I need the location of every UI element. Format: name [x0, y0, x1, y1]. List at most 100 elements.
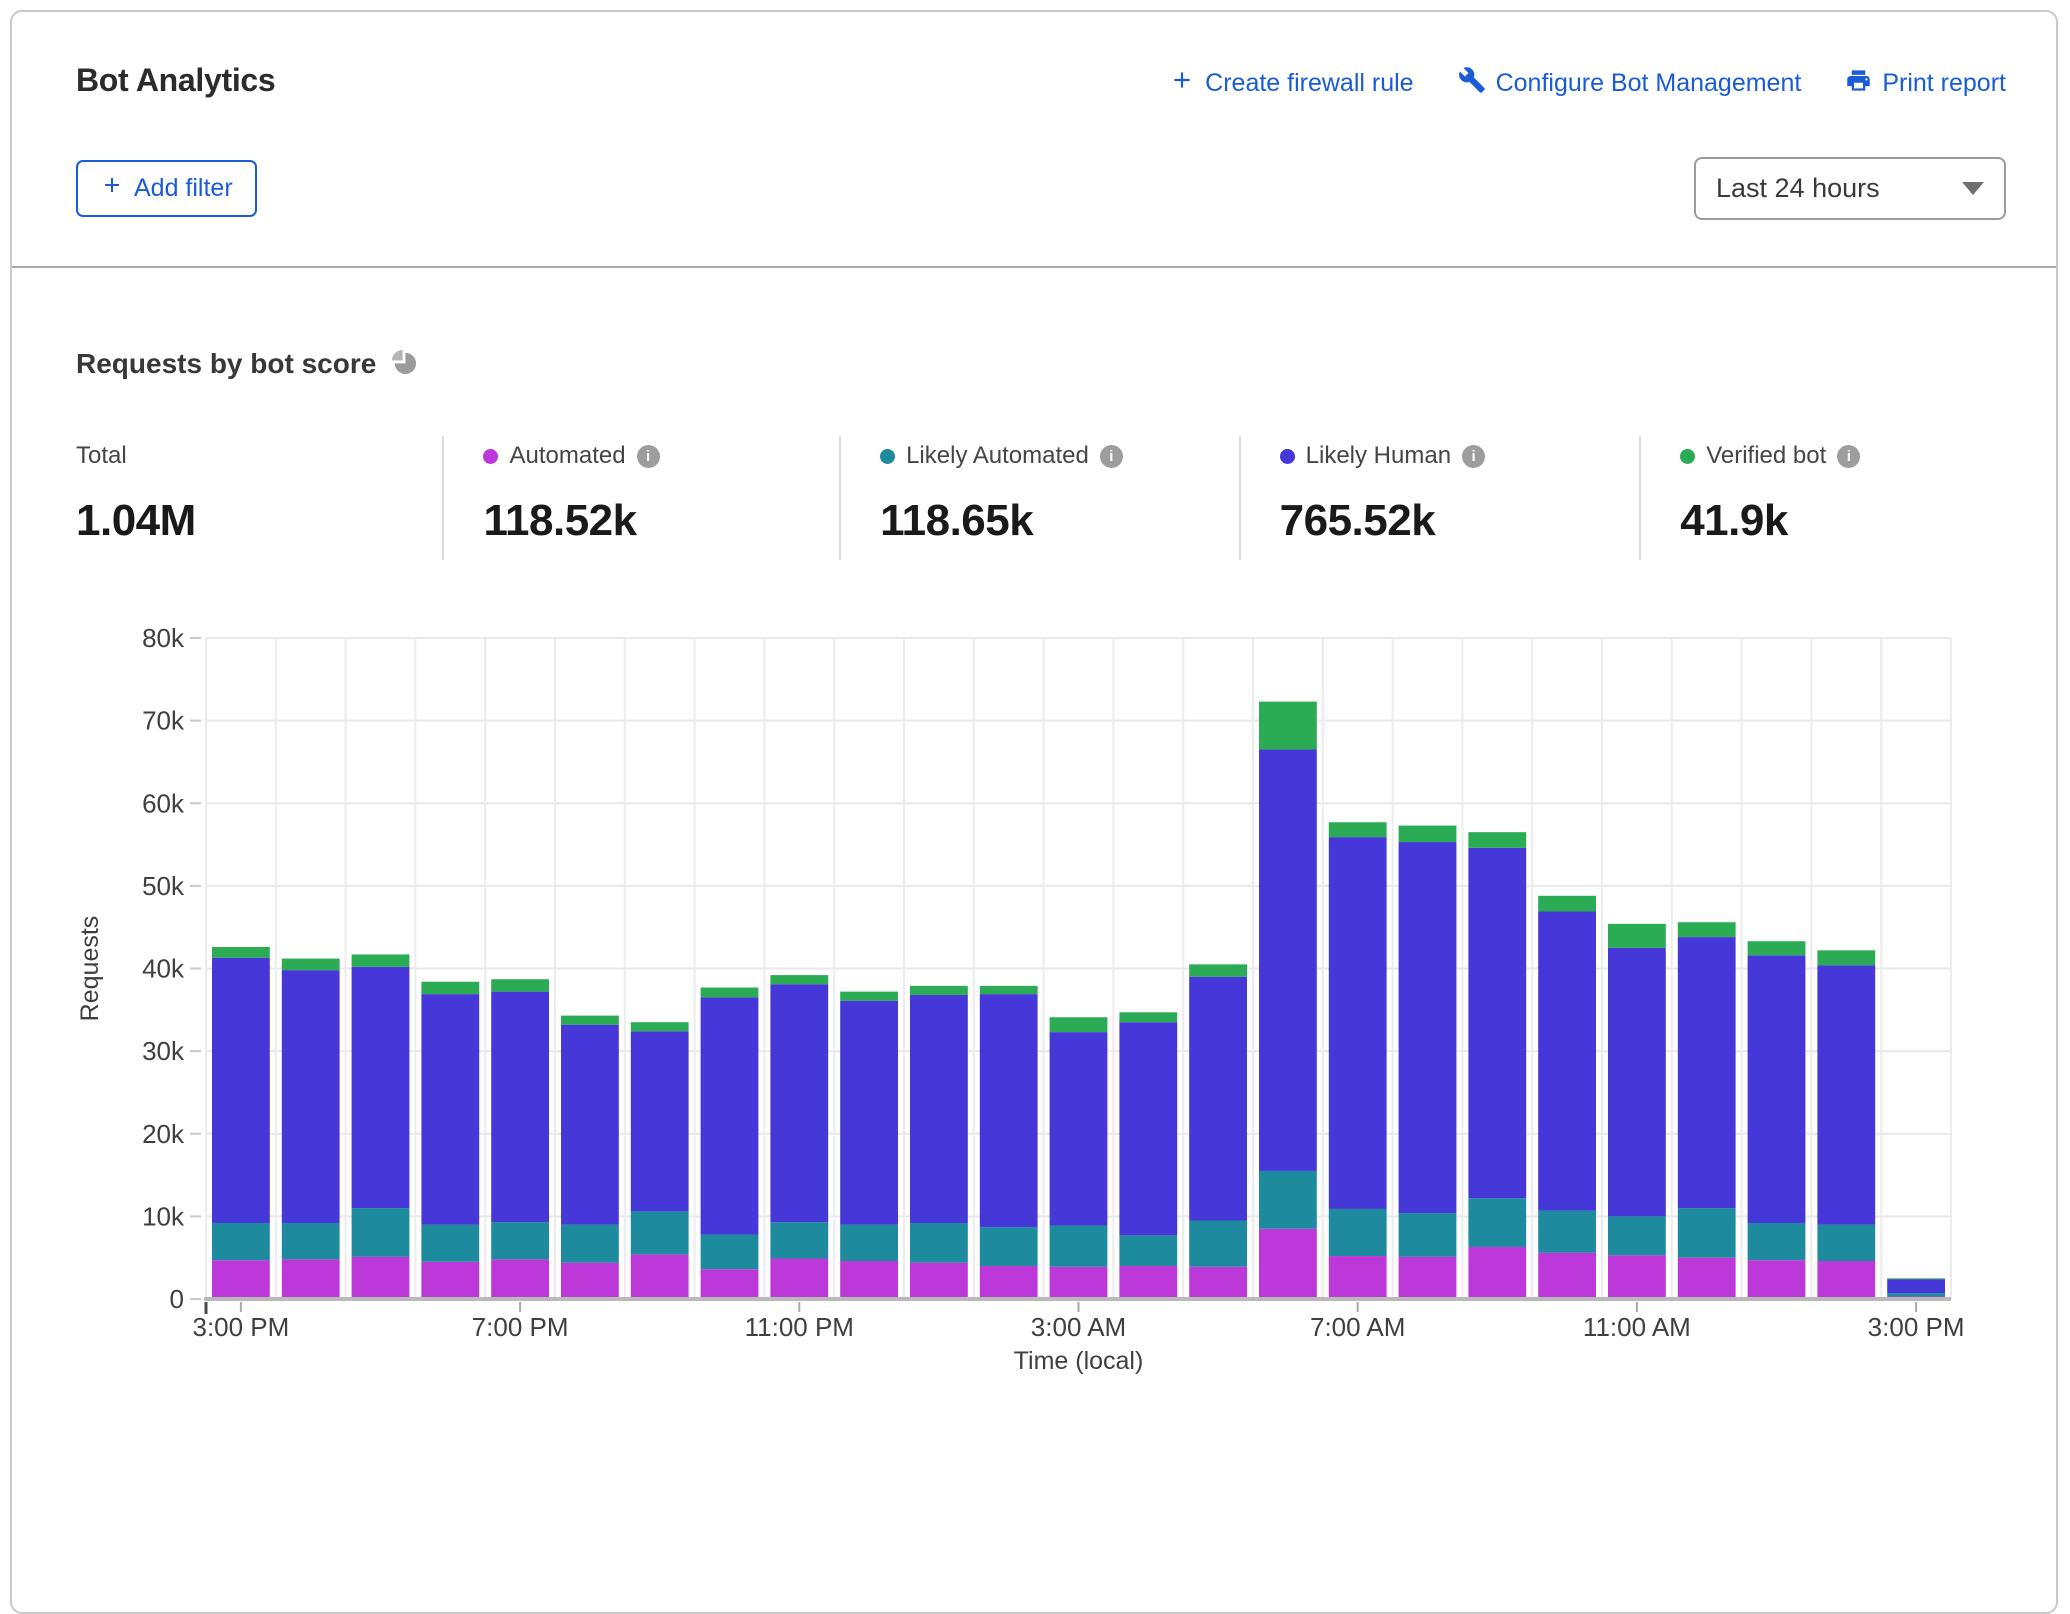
bar-segment-likely-automated[interactable]	[282, 1223, 340, 1259]
bar-stack[interactable]	[1817, 950, 1875, 1299]
info-icon[interactable]: i	[1837, 445, 1860, 468]
bar-stack[interactable]	[1329, 822, 1387, 1299]
bar-segment-automated[interactable]	[1259, 1229, 1317, 1299]
info-icon[interactable]: i	[1462, 445, 1485, 468]
bar-segment-verified-bot[interactable]	[1748, 941, 1806, 955]
bar-segment-automated[interactable]	[1538, 1253, 1596, 1299]
bar-segment-likely-human[interactable]	[561, 1025, 619, 1225]
bar-segment-verified-bot[interactable]	[980, 986, 1038, 994]
bar-stack[interactable]	[1050, 1017, 1108, 1299]
bar-segment-verified-bot[interactable]	[1329, 822, 1387, 837]
bar-segment-likely-automated[interactable]	[1119, 1235, 1177, 1266]
info-icon[interactable]: i	[1100, 445, 1123, 468]
configure-bot-management-link[interactable]: Configure Bot Management	[1458, 66, 1802, 101]
bar-segment-verified-bot[interactable]	[770, 975, 828, 984]
bar-segment-automated[interactable]	[910, 1263, 968, 1299]
bar-segment-likely-automated[interactable]	[1329, 1209, 1387, 1256]
bar-segment-verified-bot[interactable]	[910, 986, 968, 995]
bar-segment-likely-automated[interactable]	[561, 1225, 619, 1263]
bar-stack[interactable]	[352, 954, 410, 1299]
bar-segment-automated[interactable]	[1608, 1255, 1666, 1299]
bar-segment-automated[interactable]	[561, 1263, 619, 1299]
bar-segment-likely-human[interactable]	[1050, 1032, 1108, 1225]
bar-stack[interactable]	[1748, 941, 1806, 1299]
bar-segment-likely-human[interactable]	[1817, 965, 1875, 1224]
bar-segment-automated[interactable]	[1329, 1256, 1387, 1299]
bar-segment-likely-automated[interactable]	[631, 1211, 689, 1254]
bar-segment-likely-automated[interactable]	[1887, 1293, 1945, 1296]
bar-segment-likely-human[interactable]	[352, 967, 410, 1208]
bar-segment-likely-automated[interactable]	[1748, 1223, 1806, 1260]
bar-segment-automated[interactable]	[282, 1259, 340, 1299]
bar-stack[interactable]	[212, 947, 270, 1299]
bar-segment-verified-bot[interactable]	[1887, 1278, 1945, 1279]
bar-segment-likely-automated[interactable]	[1050, 1225, 1108, 1266]
bar-segment-likely-automated[interactable]	[1538, 1211, 1596, 1253]
bar-segment-verified-bot[interactable]	[701, 988, 759, 998]
bar-segment-likely-human[interactable]	[1329, 837, 1387, 1209]
bar-stack[interactable]	[770, 975, 828, 1299]
bar-segment-likely-human[interactable]	[631, 1031, 689, 1211]
bar-stack[interactable]	[1189, 964, 1247, 1299]
bar-stack[interactable]	[282, 959, 340, 1299]
bar-segment-verified-bot[interactable]	[282, 959, 340, 971]
bar-stack[interactable]	[980, 986, 1038, 1299]
bar-segment-verified-bot[interactable]	[561, 1016, 619, 1025]
bar-segment-verified-bot[interactable]	[352, 954, 410, 966]
bar-segment-likely-human[interactable]	[1259, 750, 1317, 1171]
bar-segment-verified-bot[interactable]	[1678, 922, 1736, 937]
bar-stack[interactable]	[840, 992, 898, 1299]
bar-segment-likely-human[interactable]	[1538, 911, 1596, 1210]
bar-segment-likely-automated[interactable]	[352, 1208, 410, 1257]
bar-segment-automated[interactable]	[770, 1259, 828, 1299]
add-filter-button[interactable]: Add filter	[76, 160, 257, 217]
bar-segment-automated[interactable]	[1189, 1267, 1247, 1299]
bar-segment-likely-human[interactable]	[421, 994, 479, 1225]
bar-segment-likely-automated[interactable]	[1817, 1225, 1875, 1261]
bar-segment-likely-automated[interactable]	[1678, 1208, 1736, 1258]
bar-segment-likely-human[interactable]	[282, 970, 340, 1223]
bar-segment-automated[interactable]	[840, 1261, 898, 1299]
bar-segment-verified-bot[interactable]	[1817, 950, 1875, 965]
bar-segment-likely-human[interactable]	[1678, 937, 1736, 1208]
bar-segment-verified-bot[interactable]	[1050, 1017, 1108, 1032]
bar-stack[interactable]	[1608, 924, 1666, 1299]
bar-segment-automated[interactable]	[212, 1260, 270, 1299]
bar-segment-automated[interactable]	[1678, 1258, 1736, 1299]
bar-segment-verified-bot[interactable]	[1119, 1012, 1177, 1022]
bar-segment-likely-human[interactable]	[701, 997, 759, 1234]
bar-stack[interactable]	[910, 986, 968, 1299]
bar-segment-verified-bot[interactable]	[840, 992, 898, 1001]
bar-stack[interactable]	[561, 1016, 619, 1299]
bar-stack[interactable]	[1538, 896, 1596, 1299]
bar-segment-automated[interactable]	[1748, 1260, 1806, 1299]
bar-segment-verified-bot[interactable]	[1189, 964, 1247, 976]
bar-segment-likely-human[interactable]	[491, 992, 549, 1223]
bar-segment-likely-human[interactable]	[1608, 948, 1666, 1217]
bar-segment-automated[interactable]	[491, 1259, 549, 1299]
bar-segment-likely-automated[interactable]	[1189, 1221, 1247, 1267]
bar-segment-likely-human[interactable]	[1468, 848, 1526, 1198]
bar-segment-likely-human[interactable]	[1119, 1022, 1177, 1235]
bar-segment-automated[interactable]	[1119, 1266, 1177, 1299]
bar-stack[interactable]	[421, 982, 479, 1299]
bar-segment-verified-bot[interactable]	[1538, 896, 1596, 912]
bar-stack[interactable]	[1399, 826, 1457, 1299]
bar-segment-verified-bot[interactable]	[1608, 924, 1666, 948]
bar-segment-verified-bot[interactable]	[631, 1022, 689, 1031]
bar-segment-likely-automated[interactable]	[840, 1225, 898, 1261]
bar-segment-automated[interactable]	[1399, 1257, 1457, 1299]
bar-segment-likely-automated[interactable]	[1259, 1171, 1317, 1229]
bar-segment-likely-automated[interactable]	[212, 1223, 270, 1260]
info-icon[interactable]: i	[637, 445, 660, 468]
bar-stack[interactable]	[1678, 922, 1736, 1299]
bar-segment-verified-bot[interactable]	[1399, 826, 1457, 843]
bar-segment-automated[interactable]	[631, 1254, 689, 1299]
bar-stack[interactable]	[701, 988, 759, 1299]
bar-segment-likely-automated[interactable]	[491, 1222, 549, 1259]
bar-segment-automated[interactable]	[1468, 1247, 1526, 1299]
bar-segment-likely-human[interactable]	[910, 995, 968, 1223]
bar-segment-verified-bot[interactable]	[1259, 702, 1317, 750]
bar-segment-likely-automated[interactable]	[1468, 1198, 1526, 1247]
bar-segment-verified-bot[interactable]	[421, 982, 479, 994]
